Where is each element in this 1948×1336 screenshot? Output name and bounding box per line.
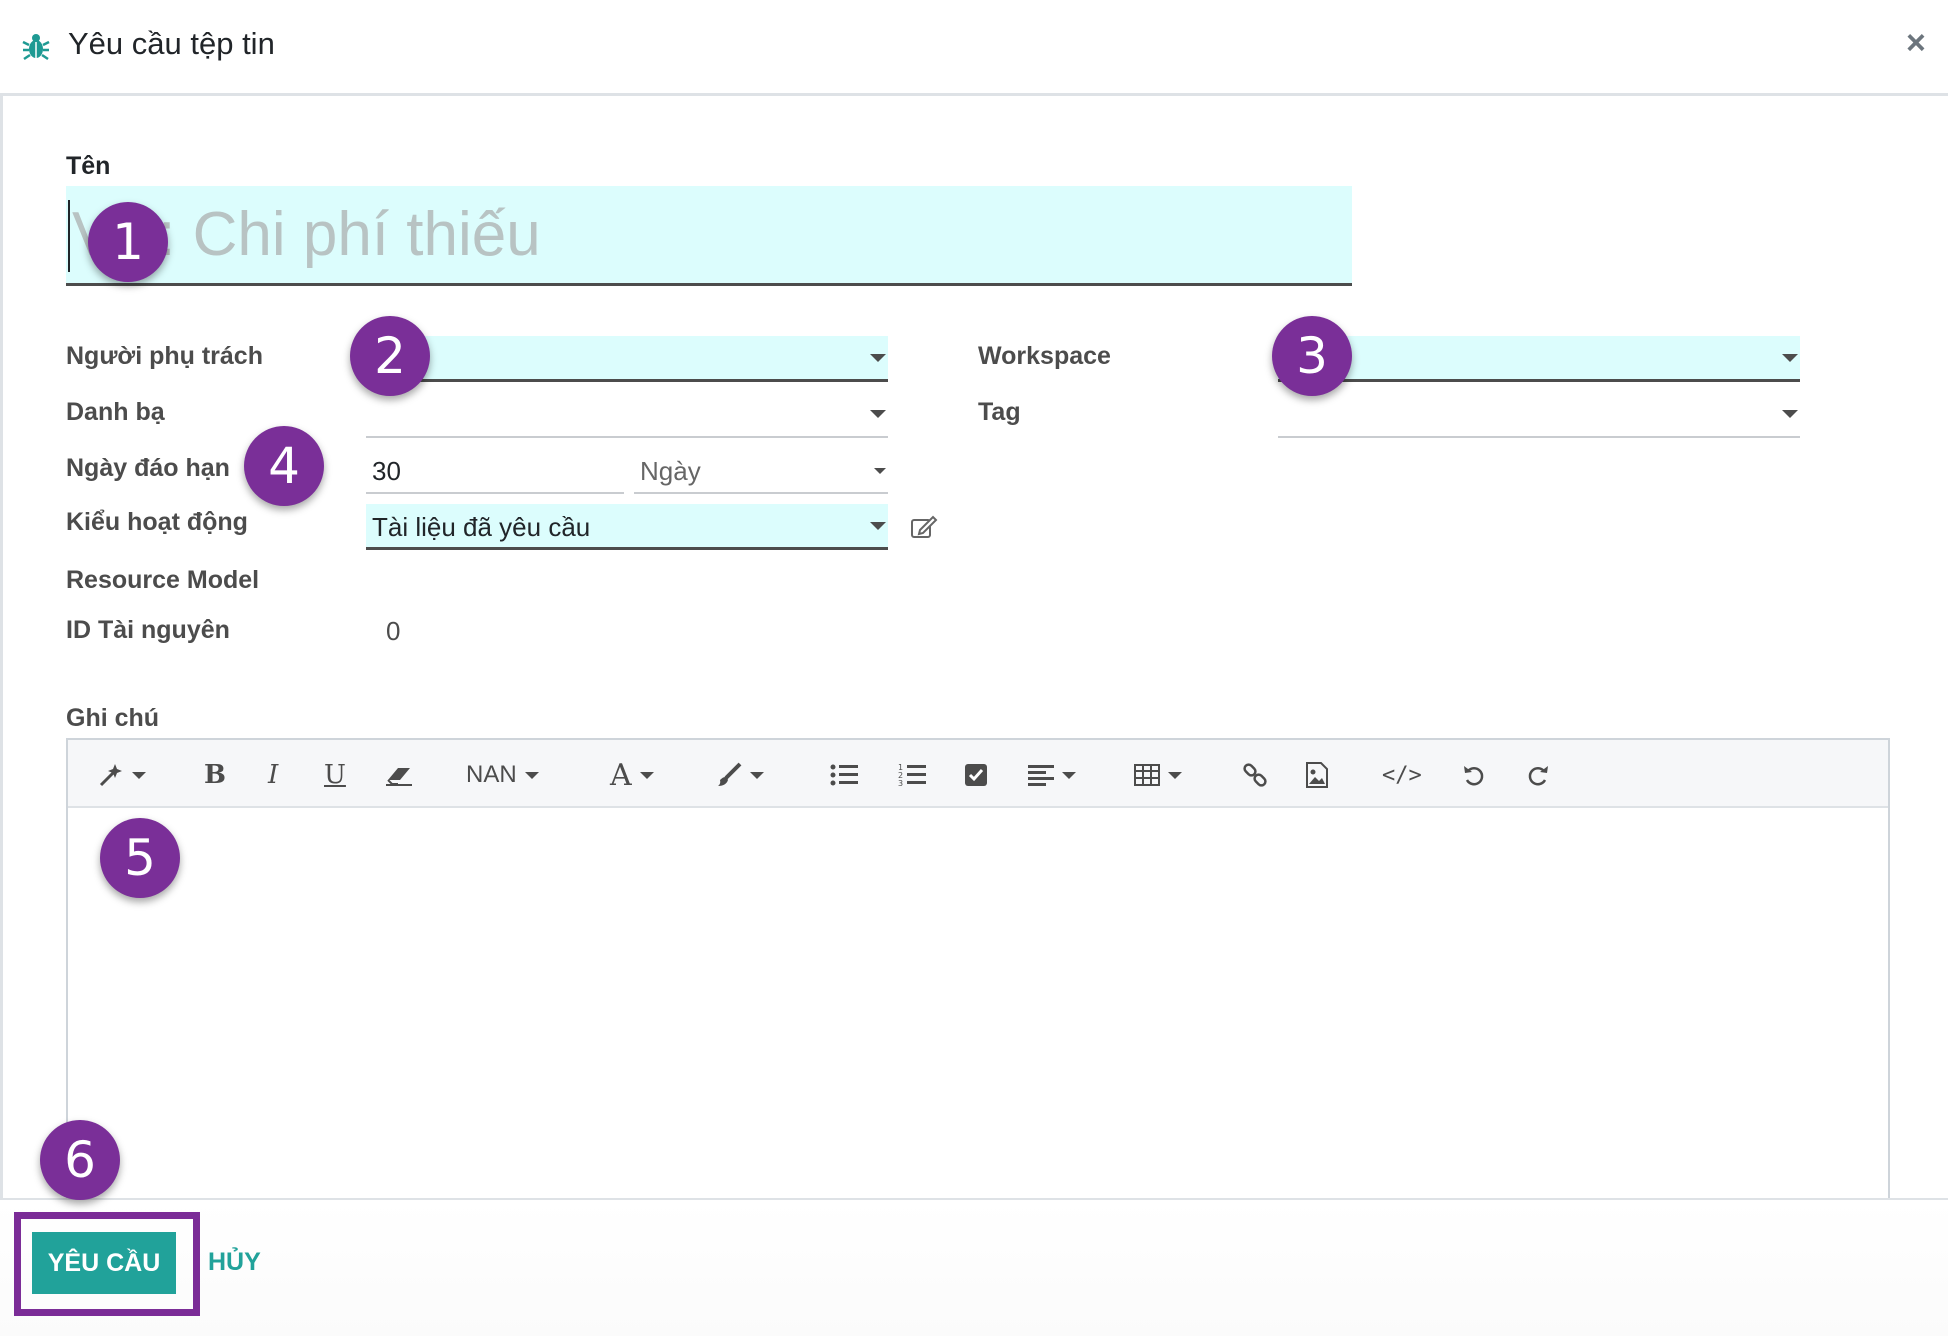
activity-type-label: Kiểu hoạt động <box>66 508 248 536</box>
contact-label: Danh bạ <box>66 398 165 426</box>
cancel-button[interactable]: HỦY <box>208 1248 261 1277</box>
magic-wand-icon[interactable] <box>98 758 146 792</box>
bold-icon[interactable]: B <box>204 758 226 792</box>
font-color-label: A <box>610 757 632 793</box>
highlight-frame <box>14 1212 200 1316</box>
checklist-icon[interactable] <box>964 758 988 792</box>
due-unit-value: Ngày <box>640 456 701 486</box>
undo-icon[interactable] <box>1462 758 1486 792</box>
notes-editor[interactable]: B I U NAN A 123 </> <box>66 738 1890 1208</box>
due-unit-select[interactable]: Ngày <box>634 448 888 494</box>
italic-icon[interactable]: I <box>268 758 278 792</box>
owner-select[interactable] <box>366 336 888 382</box>
chevron-down-icon <box>870 354 886 362</box>
resource-model-label: Resource Model <box>66 566 260 594</box>
name-input[interactable] <box>66 186 1352 283</box>
callout-badge: 3 <box>1272 316 1352 396</box>
chevron-down-icon <box>870 410 886 418</box>
contact-select[interactable] <box>366 392 888 438</box>
owner-label: Người phụ trách <box>66 342 263 370</box>
editor-toolbar: B I U NAN A 123 </> <box>68 740 1888 808</box>
activity-type-value: Tài liệu đã yêu cầu <box>372 512 591 542</box>
workspace-label: Workspace <box>978 342 1111 370</box>
tag-label: Tag <box>978 398 1021 426</box>
due-input[interactable]: 30 <box>366 448 624 494</box>
chevron-down-icon <box>1782 410 1798 418</box>
svg-text:3: 3 <box>898 779 903 788</box>
text-caret <box>68 200 70 272</box>
callout-badge: 5 <box>100 818 180 898</box>
callout-badge: 4 <box>244 426 324 506</box>
name-label: Tên <box>66 152 111 180</box>
notes-label: Ghi chú <box>66 704 160 732</box>
link-icon[interactable] <box>1242 758 1268 792</box>
underline-icon[interactable]: U <box>324 758 346 792</box>
code-view-icon[interactable]: </> <box>1382 758 1422 792</box>
callout-badge: 6 <box>40 1120 120 1200</box>
bug-icon <box>22 34 50 61</box>
dialog-frame <box>0 96 3 1200</box>
chevron-down-icon <box>870 522 886 530</box>
image-icon[interactable] <box>1306 758 1328 792</box>
numbered-list-icon[interactable]: 123 <box>898 758 926 792</box>
brush-icon[interactable] <box>716 758 764 792</box>
resource-id-value: 0 <box>386 616 401 646</box>
tag-select[interactable] <box>1278 392 1800 438</box>
dialog-header: Yêu cầu tệp tin × <box>0 0 1948 96</box>
workspace-select[interactable] <box>1278 336 1800 382</box>
due-label: Ngày đáo hạn <box>66 454 230 482</box>
due-value: 30 <box>372 456 401 486</box>
name-field[interactable] <box>66 186 1352 286</box>
dialog-title: Yêu cầu tệp tin <box>68 26 275 61</box>
bullet-list-icon[interactable] <box>830 758 858 792</box>
align-icon[interactable] <box>1028 758 1076 792</box>
close-icon[interactable]: × <box>1906 24 1926 63</box>
callout-badge: 1 <box>88 202 168 282</box>
dialog-footer <box>0 1198 1948 1336</box>
chevron-down-icon <box>874 468 886 474</box>
chevron-down-icon <box>1782 354 1798 362</box>
font-color-dropdown[interactable]: A <box>610 757 654 793</box>
redo-icon[interactable] <box>1526 758 1550 792</box>
font-size-dropdown[interactable]: NAN <box>466 758 539 792</box>
table-icon[interactable] <box>1134 758 1182 792</box>
resource-id-label: ID Tài nguyên <box>66 616 230 644</box>
callout-badge: 2 <box>350 316 430 396</box>
font-size-label: NAN <box>466 761 517 788</box>
activity-type-select[interactable]: Tài liệu đã yêu cầu <box>366 504 888 550</box>
eraser-icon[interactable] <box>384 758 414 792</box>
edit-icon[interactable] <box>910 514 938 540</box>
